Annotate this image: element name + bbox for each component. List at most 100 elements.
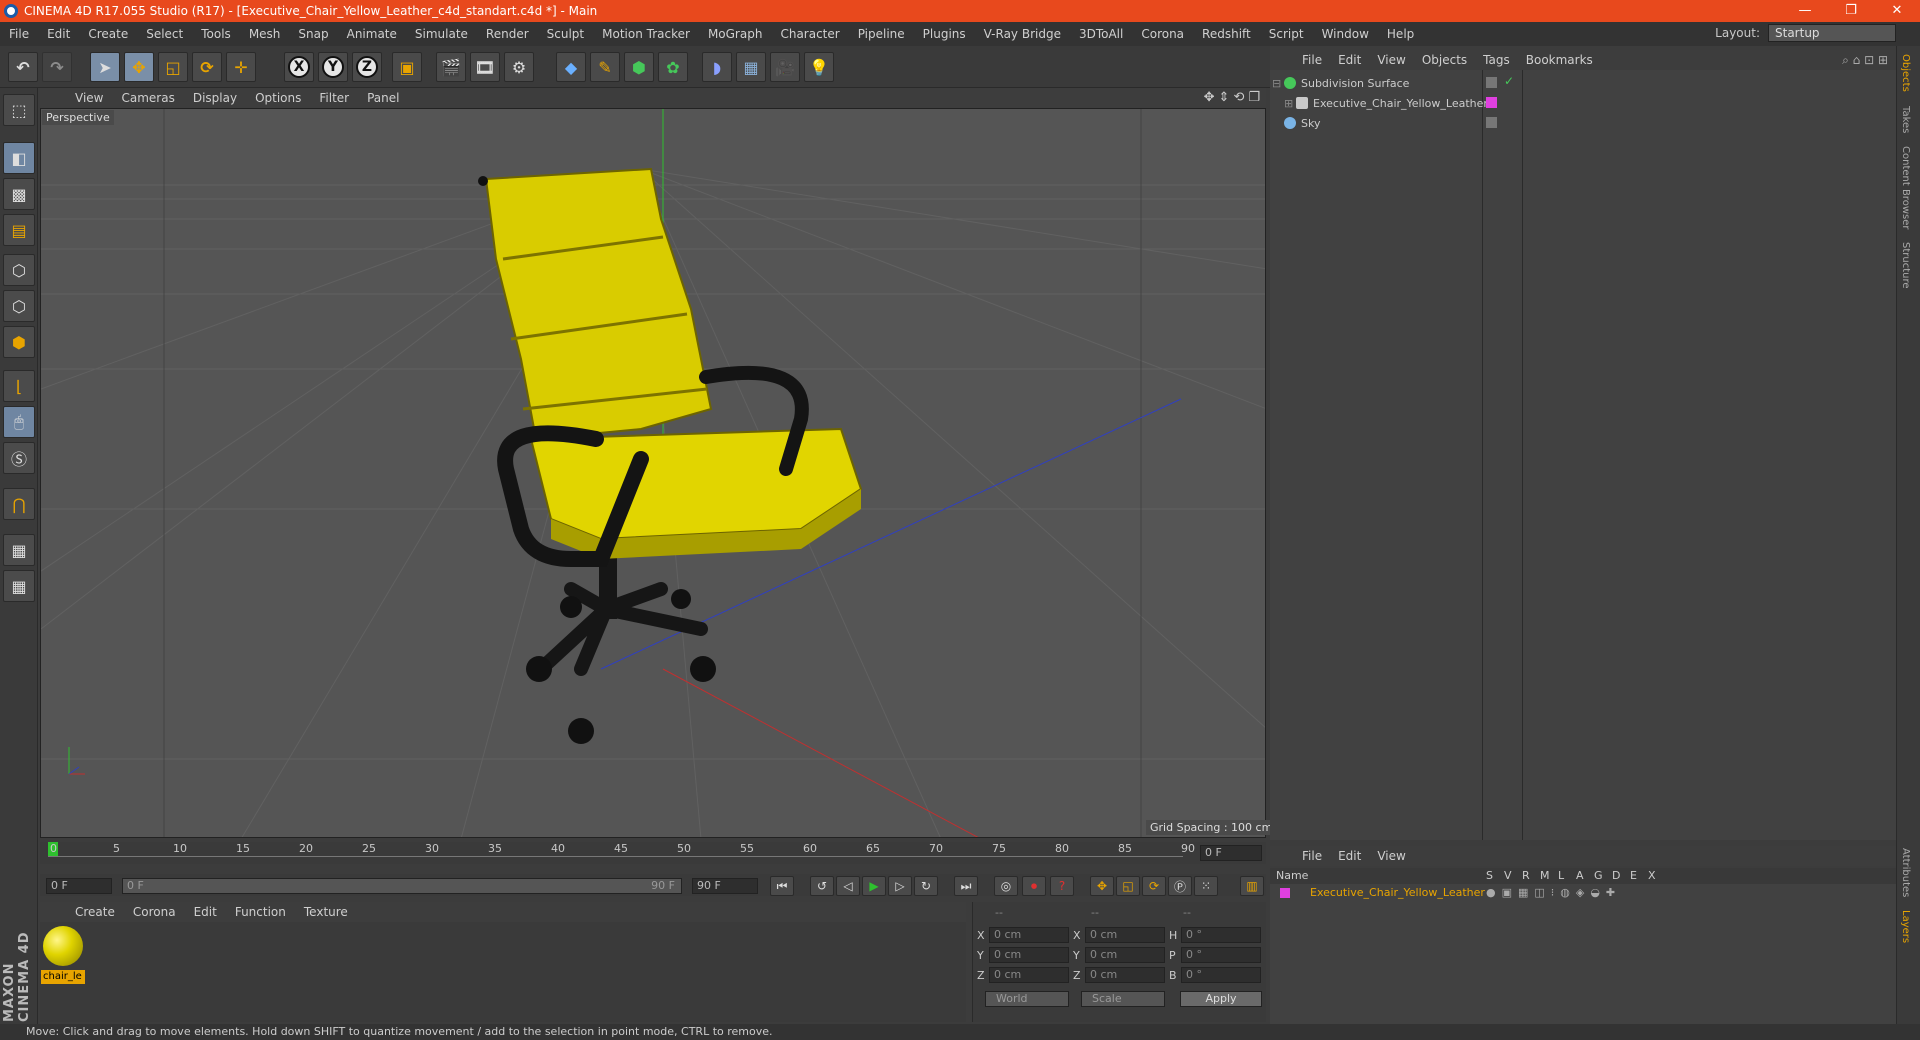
tab-takes[interactable]: Takes <box>1900 106 1911 133</box>
size-y-field[interactable]: 0 cm <box>1085 947 1165 963</box>
coordinate-mode-dropdown[interactable]: World <box>985 991 1069 1007</box>
menu-sculpt[interactable]: Sculpt <box>538 27 593 41</box>
pan-view-icon[interactable]: ✥ <box>1204 90 1215 105</box>
layers-menu-file[interactable]: File <box>1294 849 1330 863</box>
viewport-menu-view[interactable]: View <box>66 91 112 105</box>
objects-search-icon[interactable]: ⌕ ⌂ ⊡ ⊞ <box>1842 53 1888 68</box>
camera-button[interactable]: 🎥 <box>770 52 800 82</box>
workplane-snap-button[interactable]: ▦ <box>3 570 35 602</box>
column-locked[interactable]: L <box>1558 869 1564 882</box>
render-view-button[interactable]: 🎬 <box>436 52 466 82</box>
key-pla-button[interactable]: ⁙ <box>1194 876 1218 896</box>
cube-primitive-button[interactable]: ◆ <box>556 52 586 82</box>
rotate-view-icon[interactable]: ⟲ <box>1233 90 1244 105</box>
menu-motion-tracker[interactable]: Motion Tracker <box>593 27 699 41</box>
perspective-viewport[interactable] <box>40 108 1266 838</box>
close-button[interactable]: ✕ <box>1874 0 1920 22</box>
layer-flag-icons[interactable]: ●▣▦◫⁝◍◈◒✚ <box>1486 886 1621 899</box>
menu-file[interactable]: File <box>0 27 38 41</box>
column-view[interactable]: V <box>1504 869 1512 882</box>
maximize-button[interactable]: ❐ <box>1828 0 1874 22</box>
layer-color-swatch[interactable] <box>1280 888 1290 898</box>
material-menu-create[interactable]: Create <box>66 905 124 919</box>
layout-dropdown[interactable]: Startup <box>1768 24 1896 42</box>
material-name-label[interactable]: chair_le <box>41 970 85 984</box>
x-axis-lock-button[interactable]: X <box>284 52 314 82</box>
material-manager-area[interactable] <box>40 922 966 1022</box>
apply-button[interactable]: Apply <box>1180 991 1262 1007</box>
objects-menu-objects[interactable]: Objects <box>1414 53 1475 67</box>
layer-color-swatch[interactable] <box>1486 97 1497 108</box>
material-menu-function[interactable]: Function <box>226 905 295 919</box>
key-rotation-button[interactable]: ⟳ <box>1142 876 1166 896</box>
column-xref[interactable]: X <box>1648 869 1656 882</box>
expand-icon[interactable]: ⊞ <box>1284 97 1296 110</box>
viewport-menu-cameras[interactable]: Cameras <box>112 91 183 105</box>
record-active-button[interactable]: ⏺ <box>1022 876 1046 896</box>
menu-mograph[interactable]: MoGraph <box>699 27 772 41</box>
editor-visibility-toggle[interactable] <box>1486 117 1497 128</box>
scale-tool-button[interactable]: ◱ <box>158 52 188 82</box>
cloner-button[interactable]: ✿ <box>658 52 688 82</box>
next-frame-button[interactable]: ▷ <box>888 876 912 896</box>
polygons-mode-button[interactable]: ⬢ <box>3 326 35 358</box>
viewport-menu-display[interactable]: Display <box>184 91 246 105</box>
menu-corona[interactable]: Corona <box>1132 27 1193 41</box>
workplane-mode-button[interactable]: ▤ <box>3 214 35 246</box>
object-row-sky[interactable]: Sky <box>1272 114 1894 132</box>
menu-render[interactable]: Render <box>477 27 538 41</box>
menu-3dtoall[interactable]: 3DToAll <box>1070 27 1132 41</box>
layer-manager-area[interactable]: Executive_Chair_Yellow_Leather ●▣▦◫⁝◍◈◒✚ <box>1270 884 1896 1024</box>
column-generators[interactable]: G <box>1594 869 1603 882</box>
make-editable-button[interactable]: ⬚ <box>3 94 35 126</box>
model-mode-button[interactable]: ◧ <box>3 142 35 174</box>
column-animation[interactable]: A <box>1576 869 1584 882</box>
rot-h-field[interactable]: 0 ° <box>1181 927 1261 943</box>
tweak-mode-button[interactable]: 🖱 <box>3 406 35 438</box>
chair-model[interactable] <box>478 167 863 744</box>
timeline-ruler[interactable]: 0 5 10 15 20 25 30 35 40 45 50 55 60 65 … <box>40 842 1266 864</box>
editor-visibility-toggle[interactable] <box>1486 77 1497 88</box>
toggle-layout-icon[interactable]: ❐ <box>1248 90 1260 105</box>
previous-frame-button[interactable]: ◁ <box>836 876 860 896</box>
undo-button[interactable]: ↶ <box>8 52 38 82</box>
edges-mode-button[interactable]: ⬡ <box>3 290 35 322</box>
material-menu-edit[interactable]: Edit <box>185 905 226 919</box>
frame-range-slider[interactable]: 0 F 90 F <box>122 878 682 894</box>
menu-help[interactable]: Help <box>1378 27 1423 41</box>
objects-menu-tags[interactable]: Tags <box>1475 53 1518 67</box>
menu-create[interactable]: Create <box>79 27 137 41</box>
redo-button[interactable]: ↷ <box>42 52 72 82</box>
column-deformers[interactable]: D <box>1612 869 1620 882</box>
material-menu-corona[interactable]: Corona <box>124 905 185 919</box>
object-manager-area[interactable] <box>1270 70 1896 840</box>
size-z-field[interactable]: 0 cm <box>1085 967 1165 983</box>
spline-pen-button[interactable]: ✎ <box>590 52 620 82</box>
objects-menu-file[interactable]: File <box>1294 53 1330 67</box>
menu-edit[interactable]: Edit <box>38 27 79 41</box>
rot-p-field[interactable]: 0 ° <box>1181 947 1261 963</box>
pos-x-field[interactable]: 0 cm <box>989 927 1069 943</box>
column-manager[interactable]: M <box>1540 869 1550 882</box>
magnet-button[interactable]: ⋂ <box>3 488 35 520</box>
menu-tools[interactable]: Tools <box>192 27 240 41</box>
subdivision-surface-button[interactable]: ⬢ <box>624 52 654 82</box>
object-name[interactable]: Subdivision Surface <box>1301 77 1409 90</box>
collapse-icon[interactable]: ⊟ <box>1272 77 1284 90</box>
floor-button[interactable]: ▦ <box>736 52 766 82</box>
menu-script[interactable]: Script <box>1260 27 1313 41</box>
viewport-menu-panel[interactable]: Panel <box>358 91 408 105</box>
key-position-button[interactable]: ✥ <box>1090 876 1114 896</box>
key-param-button[interactable]: Ⓟ <box>1168 876 1192 896</box>
transform-tool-button[interactable]: ✛ <box>226 52 256 82</box>
coordinate-system-button[interactable]: ▣ <box>392 52 422 82</box>
select-tool-button[interactable]: ➤ <box>90 52 120 82</box>
column-expressions[interactable]: E <box>1630 869 1637 882</box>
objects-menu-bookmarks[interactable]: Bookmarks <box>1518 53 1601 67</box>
menu-character[interactable]: Character <box>771 27 848 41</box>
column-solo[interactable]: S <box>1486 869 1493 882</box>
previous-key-button[interactable]: ↺ <box>810 876 834 896</box>
material-menu-texture[interactable]: Texture <box>295 905 357 919</box>
menu-animate[interactable]: Animate <box>338 27 406 41</box>
menu-window[interactable]: Window <box>1313 27 1378 41</box>
